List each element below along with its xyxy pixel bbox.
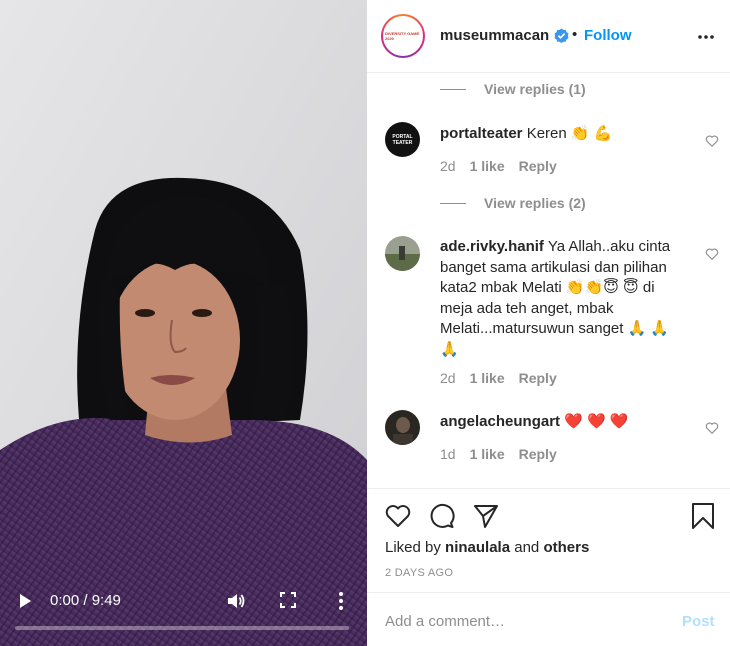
view-replies-1[interactable]: View replies (1) [440,79,586,99]
like-comment-icon[interactable] [705,421,719,435]
add-comment-bar: Add a comment… Post [367,592,730,646]
commenter-avatar[interactable] [385,410,420,445]
comment-meta: 1d 1 like Reply [440,446,557,462]
reply-button[interactable]: Reply [519,446,557,462]
comment-body: ❤️ ❤️ ❤️ [564,413,629,430]
play-icon[interactable] [17,593,33,609]
fullscreen-icon[interactable] [280,592,296,608]
liked-by-user[interactable]: ninaulala [445,539,510,556]
comment-username[interactable]: portalteater [440,125,523,142]
verified-badge-icon [554,28,569,43]
liked-by-prefix: Liked by [385,539,441,556]
video-frame [0,0,367,646]
header-separator: • [572,26,578,43]
author-username[interactable]: museummacan [440,27,549,44]
reply-button[interactable]: Reply [519,370,557,386]
video-progress-bar[interactable] [15,626,349,630]
video-more-icon[interactable] [333,591,349,611]
follow-button[interactable]: Follow [584,27,632,44]
more-options-icon[interactable] [697,28,715,46]
liked-by-others[interactable]: others [543,539,589,556]
post-header: DIVERSITY GAME 2020 museummacan • Follow [367,0,730,73]
like-comment-icon[interactable] [705,247,719,261]
post-comment-button[interactable]: Post [682,613,715,630]
author-avatar[interactable]: DIVERSITY GAME 2020 [381,14,425,58]
add-comment-input[interactable]: Add a comment… [385,613,505,630]
comment-text: portalteater Keren 👏 💪 [440,124,690,145]
reply-button[interactable]: Reply [519,158,557,174]
share-icon[interactable] [472,502,500,530]
view-replies-divider [440,88,466,90]
comment-likes[interactable]: 1 like [470,158,505,174]
view-replies-label: View replies (2) [484,195,586,211]
comment-time: 2d [440,370,456,386]
comments-list: View replies (1) PORTAL TEATER portaltea… [367,74,730,488]
video-time: 0:00 / 9:49 [50,592,121,609]
comment-meta: 2d 1 like Reply [440,158,557,174]
post-date: 2 DAYS AGO [385,567,454,579]
comment-time: 1d [440,446,456,462]
comment-username[interactable]: angelacheungart [440,413,560,430]
comment-text: angelacheungart ❤️ ❤️ ❤️ [440,412,690,433]
like-icon[interactable] [384,502,412,530]
comment-meta: 2d 1 like Reply [440,370,557,386]
view-replies-2[interactable]: View replies (2) [440,193,586,213]
commenter-avatar[interactable]: PORTAL TEATER [385,122,420,157]
comment-likes[interactable]: 1 like [470,446,505,462]
commenter-avatar-image [385,410,420,445]
comment-icon[interactable] [428,502,456,530]
comment-time: 2d [440,158,456,174]
commenter-avatar-image [385,236,420,271]
author-avatar-text: DIVERSITY GAME 2020 [385,31,420,41]
commenter-avatar-text: PORTAL TEATER [392,133,413,146]
comment-text: ade.rivky.hanif Ya Allah..aku cinta bang… [440,237,690,360]
like-comment-icon[interactable] [705,134,719,148]
bookmark-icon[interactable] [689,502,717,530]
comment-body: Keren 👏 💪 [526,125,613,142]
post-panel: DIVERSITY GAME 2020 museummacan • Follow… [367,0,730,646]
post-actions: Liked by ninaulala and others 2 DAYS AGO [367,488,730,592]
video-player[interactable]: 0:00 / 9:49 [0,0,367,646]
liked-by-and: and [514,539,540,556]
liked-by-summary: Liked by ninaulala and others [385,539,589,556]
comment-likes[interactable]: 1 like [470,370,505,386]
view-replies-label: View replies (1) [484,81,586,97]
volume-icon[interactable] [226,591,246,611]
comment-body: Ya Allah..aku cinta banget sama artikula… [440,238,671,358]
commenter-avatar[interactable] [385,236,420,271]
video-controls: 0:00 / 9:49 [0,584,367,646]
view-replies-divider [440,202,466,204]
comment-username[interactable]: ade.rivky.hanif [440,238,544,255]
